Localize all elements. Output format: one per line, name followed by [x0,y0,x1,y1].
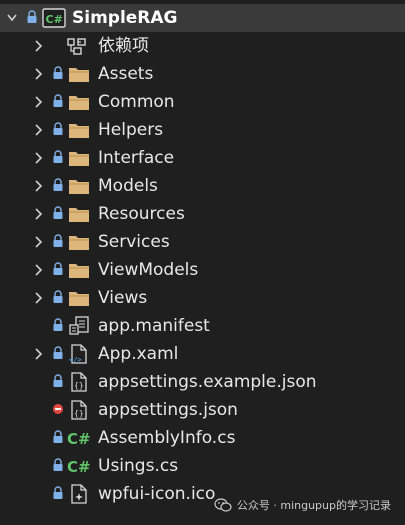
lock-icon [53,374,63,387]
lock-icon [53,66,63,79]
file-label: appsettings.example.json [98,372,317,392]
folder-icon [69,236,89,250]
watermark-text: 公众号 · mingupup的学习记录 [236,499,391,512]
lock-icon [53,458,63,471]
chevron-right-icon[interactable] [33,179,43,193]
folder-label: ViewModels [98,260,199,280]
file-label: app.manifest [98,316,210,336]
file-label: App.xaml [98,344,179,364]
chevron-down-icon[interactable] [7,11,17,25]
dependencies-label: 依赖项 [98,36,149,56]
folder-icon [69,292,89,306]
chevron-right-icon[interactable] [33,207,43,221]
folder-icon [69,124,89,138]
chevron-right-icon[interactable] [33,291,43,305]
csharp-project-icon: C# [42,8,66,28]
lock-icon [53,486,63,499]
lock-icon [53,346,63,359]
svg-text:C#: C# [67,430,91,448]
tree-row-models[interactable]: Models [0,172,405,200]
dependencies-icon [67,38,86,55]
chevron-right-icon[interactable] [33,39,43,53]
csharp-file-icon: C# [67,458,91,476]
lock-icon [53,178,63,191]
tree-row-resources[interactable]: Resources [0,200,405,228]
svg-text:{}: {} [74,381,84,390]
json-file-icon: {} [71,372,87,392]
lock-icon [53,430,63,443]
tree-row-services[interactable]: Services [0,228,405,256]
lock-icon [53,150,63,163]
chevron-right-icon[interactable] [33,263,43,277]
manifest-icon [69,316,89,335]
tree-row-project[interactable]: C# SimpleRAG [0,4,405,32]
watermark: 公众号 · mingupup的学习记录 [214,495,391,515]
tree-row-viewmodels[interactable]: ViewModels [0,256,405,284]
lock-icon [53,206,63,219]
svg-text:C#: C# [46,13,63,26]
tree-row-dependencies[interactable]: 依赖项 [0,32,405,60]
lock-icon [53,94,63,107]
svg-text:{}: {} [74,409,84,418]
svg-text:C#: C# [67,458,91,476]
chevron-right-icon[interactable] [33,347,43,361]
tree-row-common[interactable]: Common [0,88,405,116]
xaml-file-icon: </> [69,344,87,364]
lock-icon [27,10,37,23]
tree-row-appsettings-example[interactable]: {} appsettings.example.json [0,368,405,396]
tree-row-views[interactable]: Views [0,284,405,312]
chevron-right-icon[interactable] [33,235,43,249]
tree-row-helpers[interactable]: Helpers [0,116,405,144]
wechat-icon [214,498,232,512]
folder-icon [69,152,89,166]
folder-label: Resources [98,204,185,224]
file-label: appsettings.json [98,400,238,420]
ico-file-icon [71,484,87,504]
solution-explorer-tree: C# SimpleRAG 依赖项 Assets Common Helpers I… [0,0,405,525]
folder-icon [69,264,89,278]
lock-icon [53,234,63,247]
tree-row-app-manifest[interactable]: app.manifest [0,312,405,340]
file-label: AssemblyInfo.cs [98,428,236,448]
tree-row-assets[interactable]: Assets [0,60,405,88]
tree-row-interface[interactable]: Interface [0,144,405,172]
svg-text:</>: </> [69,356,82,364]
file-label: Usings.cs [98,456,179,476]
folder-icon [69,180,89,194]
excluded-icon [53,404,63,414]
chevron-right-icon[interactable] [33,151,43,165]
chevron-right-icon[interactable] [33,95,43,109]
folder-icon [69,96,89,110]
chevron-right-icon[interactable] [33,123,43,137]
tree-row-usings[interactable]: C# Usings.cs [0,452,405,480]
folder-label: Models [98,176,158,196]
lock-icon [53,318,63,331]
tree-row-app-xaml[interactable]: </> App.xaml [0,340,405,368]
project-name: SimpleRAG [72,8,178,28]
tree-row-appsettings[interactable]: {} appsettings.json [0,396,405,424]
folder-label: Assets [98,64,154,84]
folder-label: Services [98,232,170,252]
folder-label: Common [98,92,175,112]
csharp-file-icon: C# [67,430,91,448]
folder-icon [69,68,89,82]
folder-label: Interface [98,148,175,168]
folder-label: Helpers [98,120,164,140]
lock-icon [53,122,63,135]
chevron-right-icon[interactable] [33,67,43,81]
json-file-icon: {} [71,400,87,420]
lock-icon [53,262,63,275]
file-label: wpfui-icon.ico [98,484,216,504]
tree-row-assemblyinfo[interactable]: C# AssemblyInfo.cs [0,424,405,452]
lock-icon [53,290,63,303]
folder-label: Views [98,288,148,308]
folder-icon [69,208,89,222]
